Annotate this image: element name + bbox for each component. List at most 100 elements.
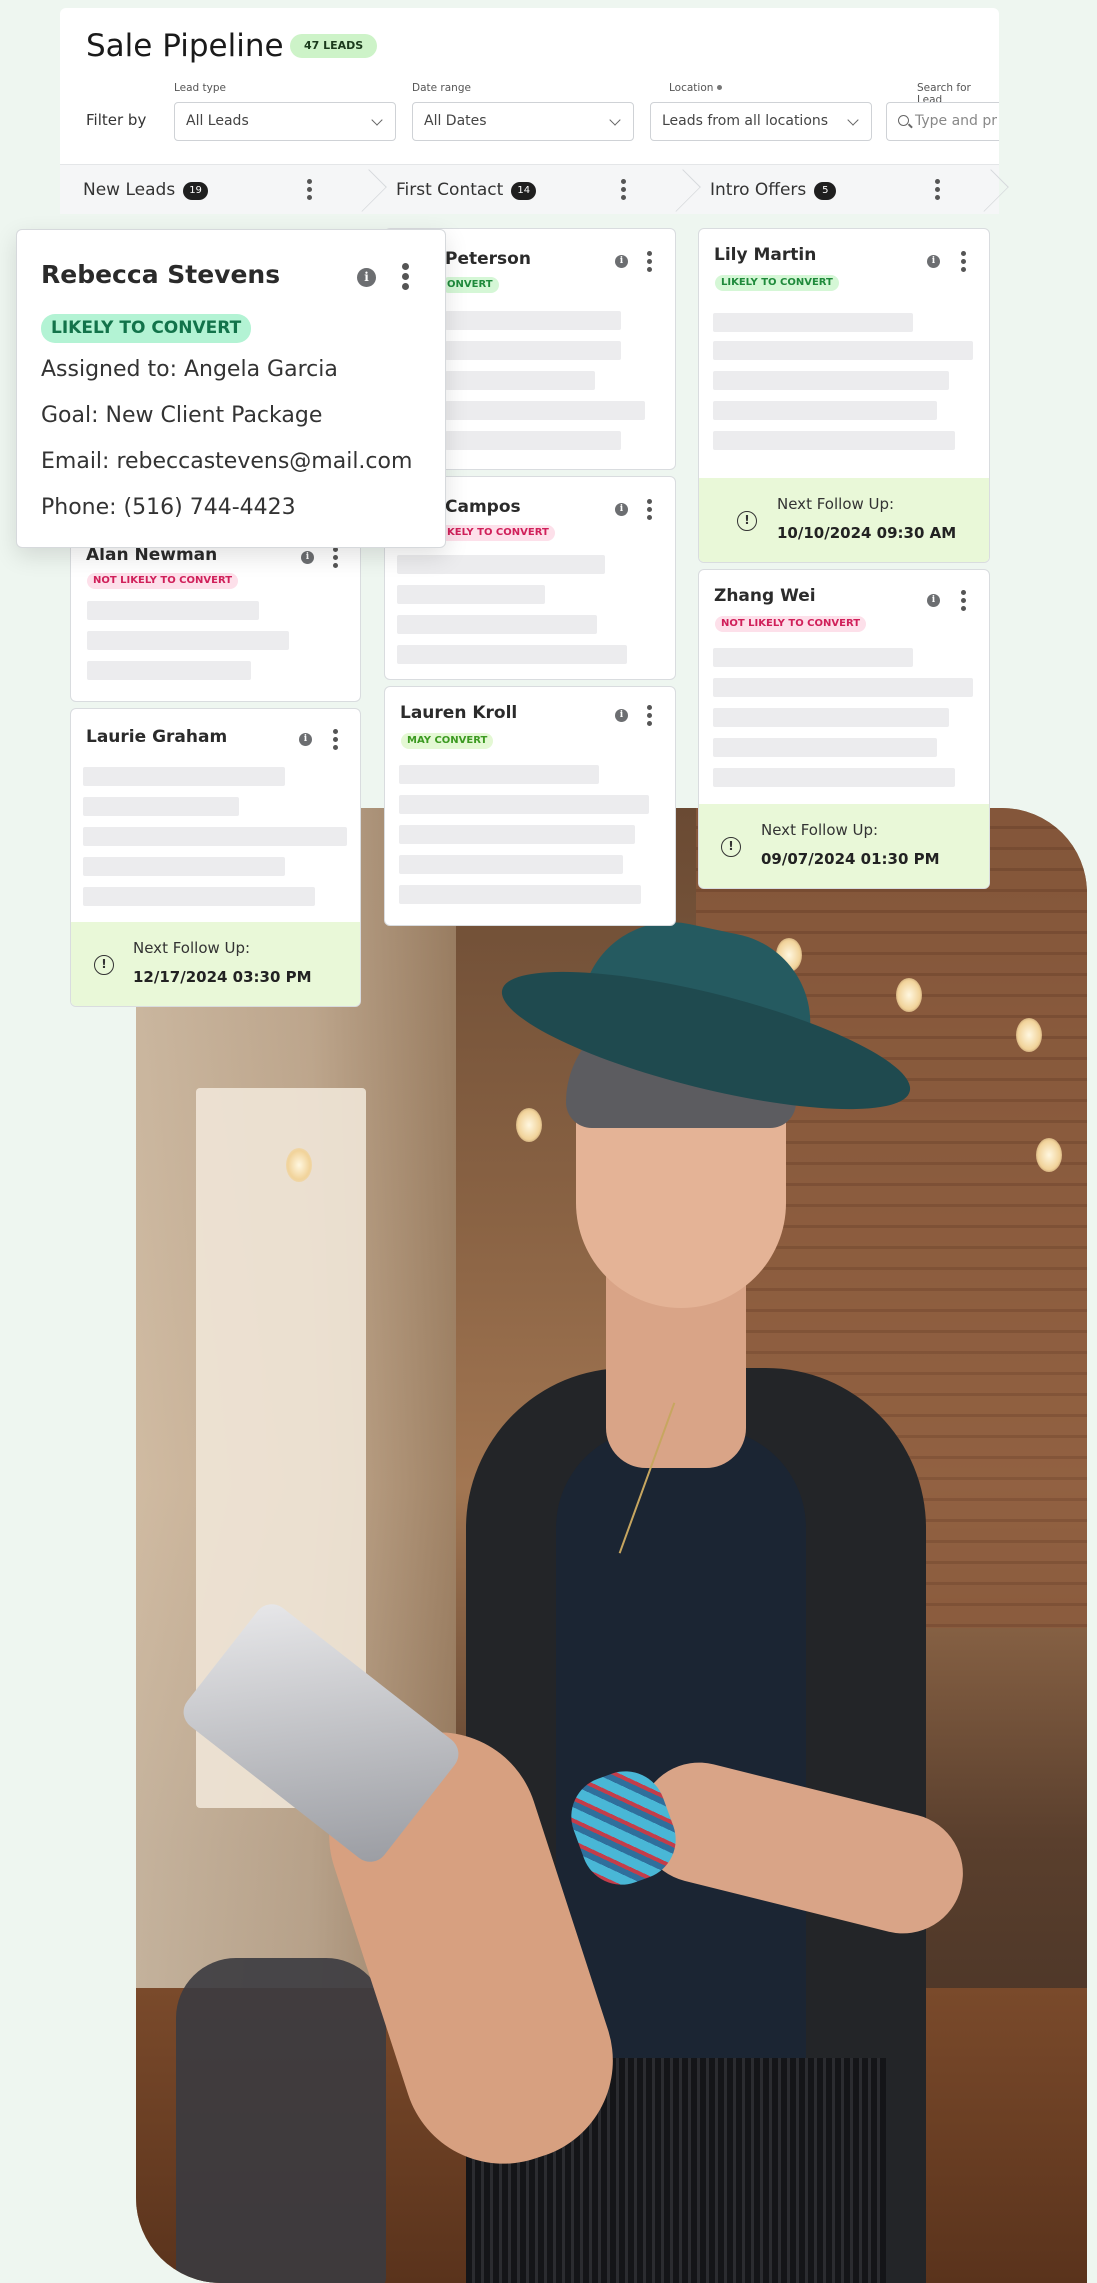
placeholder-line bbox=[713, 371, 949, 390]
placeholder-line bbox=[445, 341, 621, 360]
placeholder-line bbox=[713, 341, 973, 360]
lead-card-lily-martin[interactable]: Lily Martin i LIKELY TO CONVERT ! Next F… bbox=[698, 228, 990, 563]
placeholder-line bbox=[713, 648, 913, 667]
lead-name: Lauren Kroll bbox=[400, 703, 518, 723]
card-menu-icon[interactable] bbox=[647, 251, 653, 275]
lead-name: Zhang Wei bbox=[714, 586, 816, 606]
placeholder-line bbox=[445, 431, 621, 450]
search-icon bbox=[898, 115, 909, 126]
info-icon[interactable]: i bbox=[927, 255, 940, 268]
placeholder-line bbox=[83, 827, 347, 846]
follow-up-label: Next Follow Up: bbox=[761, 821, 879, 839]
location-value: Leads from all locations bbox=[662, 113, 829, 129]
info-icon[interactable]: i bbox=[927, 594, 940, 607]
card-menu-icon[interactable] bbox=[961, 590, 967, 614]
stage-separator bbox=[670, 165, 700, 215]
chevron-down-icon bbox=[847, 114, 859, 126]
follow-up-date: 12/17/2024 03:30 PM bbox=[133, 968, 312, 986]
stage-intro-offers[interactable]: Intro Offers 5 bbox=[710, 165, 837, 215]
placeholder-line bbox=[399, 795, 649, 814]
alert-icon: ! bbox=[737, 511, 757, 531]
lead-name: Peterson bbox=[445, 249, 531, 269]
stage-count: 5 bbox=[814, 182, 837, 200]
card-menu-icon[interactable] bbox=[647, 499, 653, 523]
leads-count-badge: 47 LEADS bbox=[290, 34, 378, 58]
stage-label: Intro Offers bbox=[710, 180, 807, 200]
next-follow-up: ! Next Follow Up: 10/10/2024 09:30 AM bbox=[699, 478, 989, 562]
stage-new-leads[interactable]: New Leads 19 bbox=[83, 165, 208, 215]
lead-type-label: Lead type bbox=[174, 82, 227, 94]
popover-goal: Goal: New Client Package bbox=[41, 403, 323, 428]
placeholder-line bbox=[399, 825, 635, 844]
placeholder-line bbox=[445, 401, 645, 420]
hero-photo-woman-with-tablet bbox=[136, 808, 1087, 2283]
placeholder-line bbox=[397, 555, 605, 574]
stage-count: 14 bbox=[511, 182, 537, 200]
placeholder-line bbox=[713, 738, 937, 757]
card-menu-icon[interactable] bbox=[647, 705, 653, 729]
search-placeholder: Type and pr bbox=[915, 113, 998, 129]
info-icon[interactable]: i bbox=[615, 503, 628, 516]
placeholder-line bbox=[713, 768, 955, 787]
placeholder-line bbox=[87, 601, 259, 620]
status-badge: MAY CONVERT bbox=[401, 733, 494, 749]
stage-first-contact[interactable]: First Contact 14 bbox=[396, 165, 537, 215]
follow-up-date: 09/07/2024 01:30 PM bbox=[761, 850, 940, 868]
lead-name: Lily Martin bbox=[714, 245, 817, 265]
alert-icon: ! bbox=[94, 955, 114, 975]
status-badge: NOT LIKELY TO CONVERT bbox=[715, 616, 867, 632]
card-menu-icon[interactable] bbox=[333, 729, 339, 753]
stage-menu-icon[interactable] bbox=[935, 179, 941, 203]
stage-menu-icon[interactable] bbox=[307, 179, 313, 203]
follow-up-label: Next Follow Up: bbox=[777, 495, 895, 513]
info-icon[interactable]: i bbox=[615, 255, 628, 268]
placeholder-line bbox=[397, 585, 545, 604]
popover-status-badge: LIKELY TO CONVERT bbox=[41, 314, 252, 343]
date-range-select[interactable]: All Dates bbox=[412, 102, 634, 141]
info-icon[interactable]: i bbox=[301, 551, 314, 564]
chevron-down-icon bbox=[609, 114, 621, 126]
stage-count: 19 bbox=[183, 182, 208, 200]
placeholder-line bbox=[713, 431, 955, 450]
info-icon[interactable]: i bbox=[615, 709, 628, 722]
location-label: Location bbox=[669, 82, 722, 94]
placeholder-line bbox=[713, 708, 949, 727]
placeholder-line bbox=[397, 615, 597, 634]
lead-card-laurie-graham[interactable]: Laurie Graham i ! Next Follow Up: 12/17/… bbox=[70, 708, 361, 1007]
placeholder-line bbox=[713, 313, 913, 332]
placeholder-line bbox=[83, 767, 285, 786]
location-select[interactable]: Leads from all locations bbox=[650, 102, 872, 141]
popover-phone[interactable]: Phone: (516) 744-4423 bbox=[41, 495, 296, 520]
placeholder-line bbox=[445, 371, 595, 390]
lead-name: Laurie Graham bbox=[86, 727, 228, 747]
page-title: Sale Pipeline bbox=[86, 28, 284, 64]
lead-type-value: All Leads bbox=[186, 113, 249, 129]
next-follow-up: ! Next Follow Up: 12/17/2024 03:30 PM bbox=[71, 922, 360, 1006]
lead-card-zhang-wei[interactable]: Zhang Wei i NOT LIKELY TO CONVERT ! Next… bbox=[698, 569, 990, 889]
popover-lead-name: Rebecca Stevens bbox=[41, 260, 281, 289]
follow-up-label: Next Follow Up: bbox=[133, 939, 251, 957]
stage-menu-icon[interactable] bbox=[621, 179, 627, 203]
lead-type-select[interactable]: All Leads bbox=[174, 102, 396, 141]
placeholder-line bbox=[713, 401, 937, 420]
search-input[interactable]: Type and pr bbox=[886, 102, 999, 141]
info-icon[interactable]: i bbox=[299, 733, 312, 746]
pipeline-stages: New Leads 19 First Contact 14 Intro Offers… bbox=[60, 164, 999, 214]
placeholder-line bbox=[87, 631, 289, 650]
placeholder-line bbox=[713, 678, 973, 697]
card-menu-icon[interactable] bbox=[333, 547, 339, 571]
card-menu-icon[interactable] bbox=[961, 251, 967, 275]
status-badge: LIKELY TO CONVERT bbox=[715, 275, 839, 291]
placeholder-line bbox=[83, 857, 285, 876]
popover-assigned: Assigned to: Angela Garcia bbox=[41, 357, 338, 382]
date-range-label: Date range bbox=[412, 82, 471, 94]
stage-label: First Contact bbox=[396, 180, 504, 200]
stage-separator bbox=[978, 165, 1008, 215]
stage-separator bbox=[356, 165, 386, 215]
popover-email[interactable]: Email: rebeccastevens@mail.com bbox=[41, 449, 412, 474]
popover-menu-icon[interactable] bbox=[402, 263, 410, 290]
lead-card-lauren-kroll[interactable]: Lauren Kroll i MAY CONVERT bbox=[384, 686, 676, 926]
stage-label: New Leads bbox=[83, 180, 176, 200]
placeholder-line bbox=[397, 645, 627, 664]
info-icon[interactable]: i bbox=[357, 268, 376, 287]
